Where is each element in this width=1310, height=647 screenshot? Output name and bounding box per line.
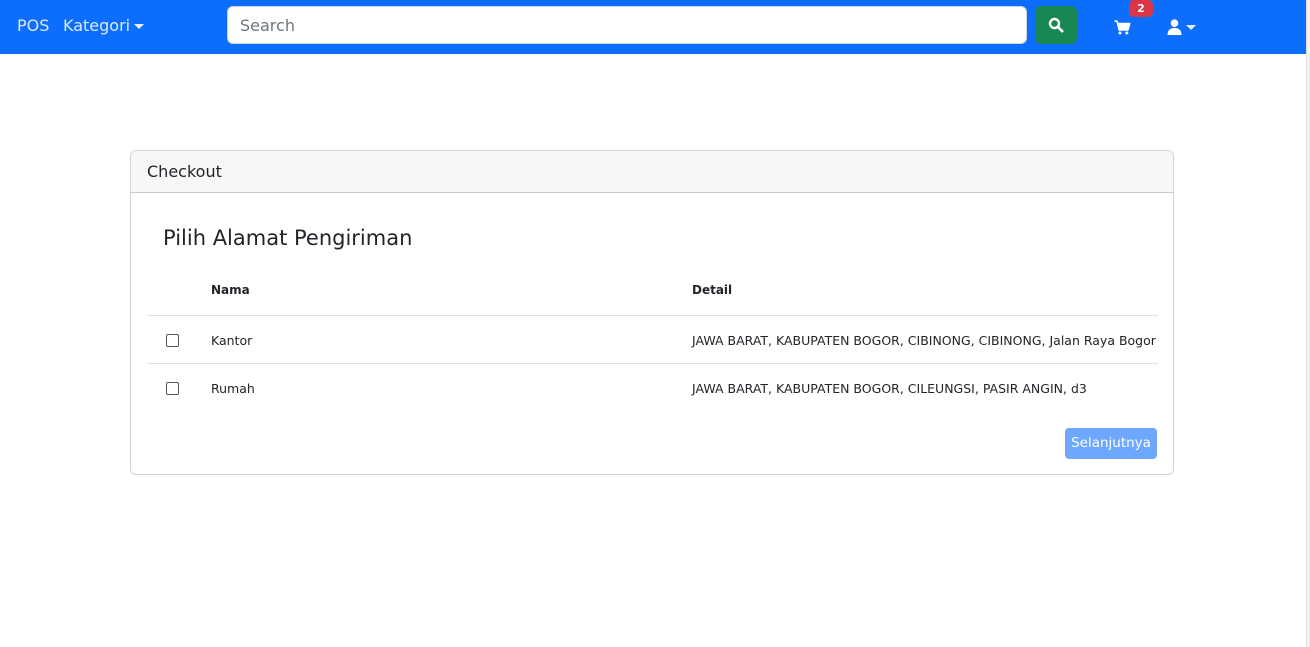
address-detail: JAWA BARAT, KABUPATEN BOGOR, CILEUNGSI, … <box>692 381 1087 396</box>
section-title: Pilih Alamat Pengiriman <box>163 226 413 250</box>
table-row: Rumah JAWA BARAT, KABUPATEN BOGOR, CILEU… <box>147 364 1158 412</box>
chevron-down-icon <box>134 23 145 29</box>
search-button[interactable] <box>1035 6 1077 44</box>
brand-link[interactable]: POS <box>17 15 49 37</box>
cart-count-badge: 2 <box>1129 0 1153 17</box>
search-icon <box>1048 17 1064 33</box>
checkout-card: Checkout Pilih Alamat Pengiriman Nama De… <box>130 150 1174 475</box>
search-input[interactable] <box>227 6 1027 44</box>
address-name: Kantor <box>211 333 253 348</box>
cart-icon <box>1114 19 1130 34</box>
category-label: Kategori <box>63 16 131 35</box>
table-header: Nama Detail <box>147 273 1158 316</box>
address-checkbox[interactable] <box>166 334 179 347</box>
table-row: Kantor JAWA BARAT, KABUPATEN BOGOR, CIBI… <box>147 316 1158 364</box>
address-checkbox[interactable] <box>166 382 179 395</box>
top-navbar: POS Kategori 2 <box>0 0 1306 54</box>
cart-button[interactable] <box>1110 16 1134 38</box>
address-name: Rumah <box>211 381 255 396</box>
card-header: Checkout <box>131 151 1173 193</box>
chevron-down-icon <box>1186 24 1196 30</box>
user-menu-dropdown[interactable] <box>1167 15 1196 39</box>
next-button[interactable]: Selanjutnya <box>1065 428 1157 459</box>
column-header-detail: Detail <box>692 283 733 297</box>
category-dropdown[interactable]: Kategori <box>63 15 145 37</box>
user-icon <box>1167 19 1182 35</box>
address-detail: JAWA BARAT, KABUPATEN BOGOR, CIBINONG, C… <box>692 333 1156 348</box>
address-table: Nama Detail Kantor JAWA BARAT, KABUPATEN… <box>147 273 1158 412</box>
column-header-name: Nama <box>211 283 250 297</box>
scrollbar[interactable] <box>1306 0 1310 647</box>
